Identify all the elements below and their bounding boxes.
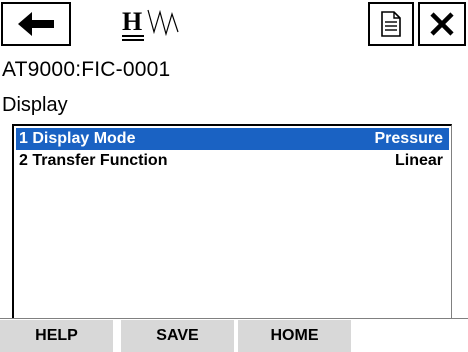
empty-soft-key [355, 320, 468, 352]
soft-key-bar: HELP SAVE HOME [0, 318, 468, 352]
device-tag: AT9000:FIC-0001 [2, 58, 171, 81]
menu-item-value: Pressure [374, 130, 444, 147]
home-button[interactable]: HOME [238, 320, 353, 352]
help-button[interactable]: HELP [0, 320, 115, 352]
menu-item-value: Linear [394, 152, 443, 169]
document-icon [381, 11, 401, 37]
back-button[interactable] [1, 2, 71, 46]
menu-item-transfer-function[interactable]: 2 Transfer Function Linear [16, 150, 449, 172]
close-button[interactable] [418, 2, 466, 46]
top-toolbar: H [0, 0, 468, 50]
menu-item-label: 1 Display Mode [19, 130, 136, 147]
menu-item-label: 2 Transfer Function [19, 152, 168, 169]
close-x-icon [430, 12, 454, 36]
menu-title: Display [2, 94, 68, 116]
save-button[interactable]: SAVE [121, 320, 236, 352]
menu-list: 1 Display Mode Pressure 2 Transfer Funct… [12, 124, 452, 318]
hart-logo: H [118, 4, 213, 44]
left-arrow-icon [18, 12, 54, 36]
document-button[interactable] [368, 2, 414, 46]
menu-item-display-mode[interactable]: 1 Display Mode Pressure [16, 128, 449, 150]
hart-wave-logo: H [122, 7, 179, 41]
svg-text:H: H [122, 7, 142, 36]
